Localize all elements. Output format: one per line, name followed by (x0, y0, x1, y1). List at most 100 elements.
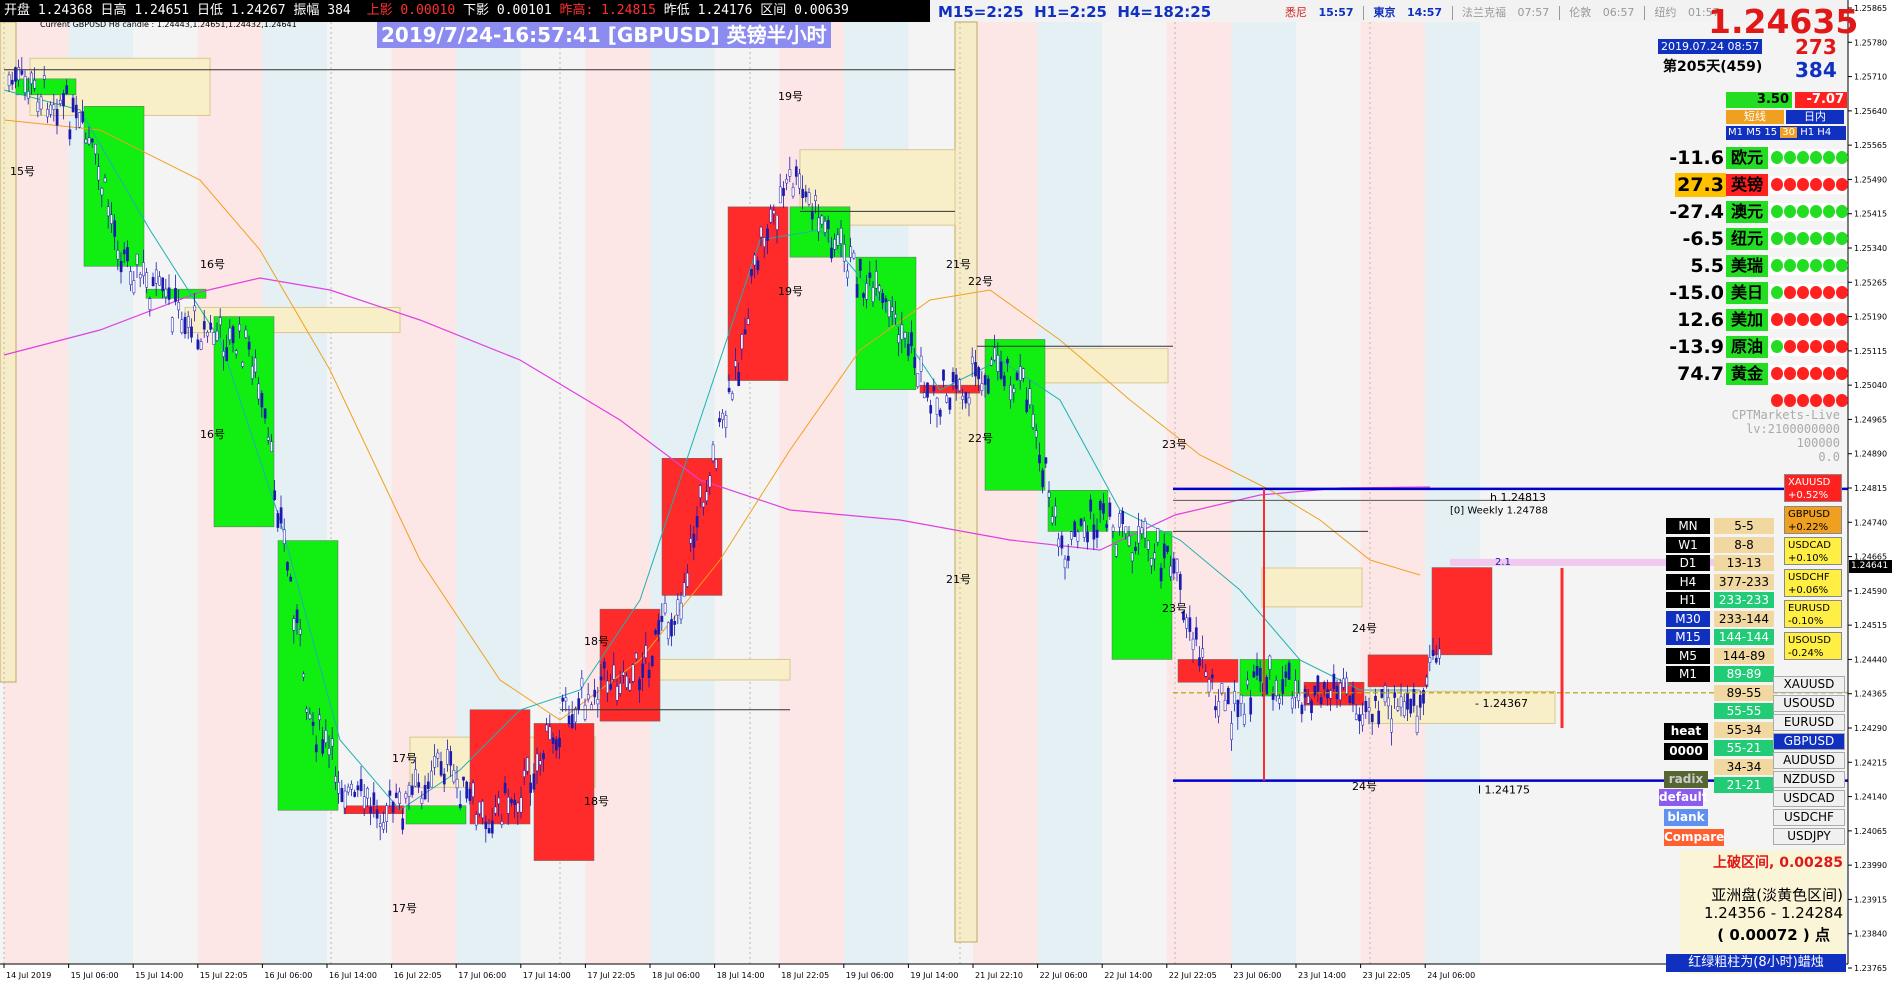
m30-candle (174, 288, 177, 302)
m30-candle (1022, 368, 1025, 379)
m30-candle (340, 788, 344, 802)
price-tick-label: 1.25415 (1854, 210, 1887, 219)
m30-candle (1358, 714, 1361, 722)
time-tick-label: 16 Jul 14:00 (329, 971, 377, 980)
m30-candle (161, 277, 165, 292)
pair-button-usdchf[interactable]: USDCHF (1773, 809, 1845, 826)
day-mark: 18号 (584, 795, 609, 808)
m30-candle (1242, 713, 1246, 725)
currency-name: 美瑞 (1726, 255, 1768, 277)
m30-candle (926, 382, 929, 398)
m30-candle (1034, 430, 1038, 438)
m30-candle (839, 228, 843, 244)
time-tick-label: 23 Jul 06:00 (1233, 971, 1281, 980)
m30-candle (1143, 520, 1147, 539)
mode-button-compare[interactable]: Compare (1664, 829, 1724, 846)
m30-candle (292, 618, 296, 631)
pair-button-audusd[interactable]: AUDUSD (1773, 752, 1845, 769)
m30-candle (1412, 689, 1416, 706)
m30-candle (1297, 692, 1301, 702)
price-tick-label: 1.25565 (1854, 141, 1887, 150)
signal-dot-red (1836, 394, 1848, 407)
tf-label-h1[interactable]: H1 (1666, 592, 1710, 608)
signal-dot-red (1836, 286, 1848, 299)
m30-candle (922, 392, 926, 398)
tab-intraday[interactable]: 日内 (1786, 110, 1844, 124)
m30-candle (602, 661, 606, 669)
h8-candle (533, 723, 595, 861)
m30-candle (753, 254, 757, 266)
m30-candle (1076, 531, 1080, 542)
m30-candle (46, 109, 49, 118)
tf-label-15: 15 (1764, 127, 1778, 138)
m30-candle (1278, 698, 1281, 704)
m30-candle (711, 444, 715, 461)
pair-change-usousd[interactable]: USOUSD -0.24% (1784, 631, 1842, 660)
day-mark: 21号 (946, 258, 971, 271)
price-tick-label: 1.24965 (1854, 415, 1887, 424)
m30-candle (734, 360, 737, 367)
tf-range-w1: 8-8 (1714, 536, 1774, 553)
time-tick-label: 15 Jul 14:00 (135, 971, 183, 980)
m30-candle (359, 779, 363, 792)
m30-candle (1418, 695, 1422, 708)
mode-button-default[interactable]: default (1659, 789, 1707, 806)
m30-candle (1070, 531, 1073, 540)
m30-candle (238, 324, 241, 332)
signal-dot-red (1810, 313, 1822, 326)
m30-candle (49, 104, 53, 115)
mode-button-heat[interactable]: heat (1664, 723, 1708, 740)
m30-candle (1374, 695, 1377, 701)
tf-label-m5[interactable]: M5 (1666, 647, 1710, 664)
h8-candle (1367, 654, 1429, 688)
time-tick-label: 22 Jul 22:05 (1169, 971, 1217, 980)
pair-button-usdjpy[interactable]: USDJPY (1773, 828, 1845, 845)
pair-button-xauusd[interactable]: XAUUSD (1773, 676, 1845, 693)
m30-candle (1162, 543, 1166, 559)
m30-candle (958, 379, 961, 391)
open-label: 开盘 (4, 3, 31, 18)
tf-label-mn[interactable]: MN (1666, 518, 1710, 534)
day-mark: 18号 (584, 635, 609, 648)
m30-candle (471, 782, 475, 797)
m30-candle (270, 441, 273, 452)
signal-dot-red (1797, 394, 1809, 407)
pair-button-usousd[interactable]: USOUSD (1773, 695, 1845, 712)
m30-candle (750, 269, 753, 276)
mode-button-blank[interactable]: blank (1664, 809, 1708, 826)
pair-change-eurusd[interactable]: EURUSD -0.10% (1784, 600, 1842, 628)
tf-label-h4[interactable]: H4 (1666, 573, 1710, 590)
clock-london-time: 06:57 (1602, 6, 1635, 19)
mode-button-radix[interactable]: radix (1664, 771, 1708, 788)
signal-dot-green (1836, 232, 1848, 245)
m30-candle (1050, 516, 1054, 524)
m30-candle (887, 300, 891, 318)
tab-short-term[interactable]: 短线 (1726, 110, 1784, 124)
pair-change-usdchf[interactable]: USDCHF +0.06% (1784, 568, 1842, 597)
pair-button-eurusd[interactable]: EURUSD (1773, 714, 1845, 731)
signal-dot-green (1797, 259, 1809, 272)
m30-candle (145, 272, 149, 288)
day-mark: 22号 (968, 275, 993, 288)
m30-candle (138, 274, 142, 279)
mode-button-0000[interactable]: 0000 (1664, 743, 1708, 760)
pair-change-xauusd[interactable]: XAUUSD +0.52% (1784, 474, 1842, 502)
current-price-tag: 1.24641 (1849, 560, 1892, 573)
tf-label-d1[interactable]: D1 (1666, 555, 1710, 571)
tf-label-m15[interactable]: M15 (1666, 629, 1710, 645)
m30-candle (404, 793, 408, 799)
m30-candle (1130, 552, 1134, 562)
m30-candle (423, 784, 427, 800)
tf-label-m30[interactable]: M30 (1666, 610, 1710, 627)
m30-candle (375, 809, 379, 819)
pair-button-gbpusd[interactable]: GBPUSD (1773, 733, 1845, 750)
pair-change-usdcad[interactable]: USDCAD +0.10% (1784, 537, 1842, 565)
signal-dots (1770, 311, 1848, 329)
pair-button-usdcad[interactable]: USDCAD (1773, 790, 1845, 807)
pair-button-nzdusd[interactable]: NZDUSD (1773, 771, 1845, 788)
pair-change-gbpusd[interactable]: GBPUSD +0.22% (1784, 505, 1842, 534)
tf-label-w1[interactable]: W1 (1666, 536, 1710, 553)
tf-label-m1[interactable]: M1 (1666, 666, 1710, 682)
m30-candle (430, 770, 433, 788)
signal-dot-green (1771, 340, 1783, 353)
